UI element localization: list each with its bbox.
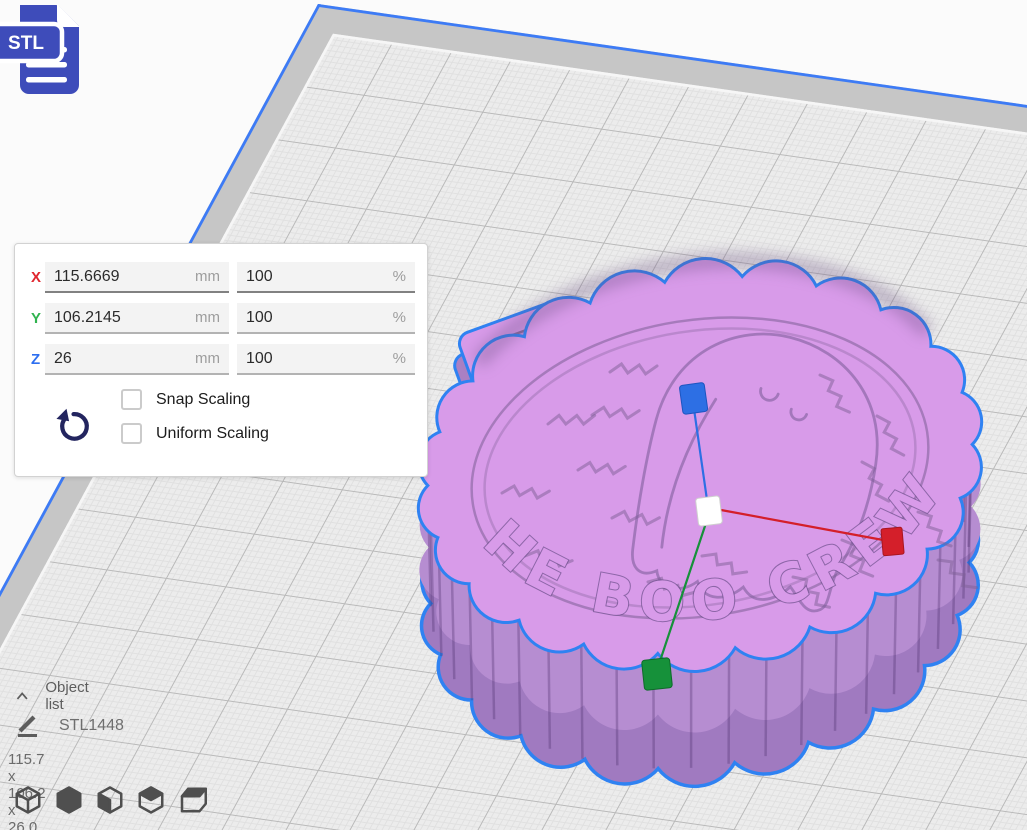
- scale-z-mm-input[interactable]: [54, 350, 195, 368]
- scale-x-mm-input[interactable]: [54, 268, 195, 286]
- axis-y-label: Y: [27, 310, 45, 327]
- scale-z-percent-field: %: [237, 344, 415, 375]
- object-list-header[interactable]: Object list: [16, 679, 93, 713]
- scale-handle-y[interactable]: [642, 658, 673, 691]
- percent-unit-label: %: [393, 309, 406, 326]
- scale-handle-center[interactable]: [695, 496, 722, 527]
- view-top-cube-icon: [95, 785, 125, 815]
- scale-y-percent-field: %: [237, 303, 415, 334]
- percent-unit-label: %: [393, 268, 406, 285]
- view-top-button[interactable]: [95, 785, 125, 817]
- snap-scaling-checkbox[interactable]: [121, 389, 142, 410]
- axis-z-label: Z: [27, 351, 45, 368]
- view-3d-button[interactable]: [13, 785, 43, 817]
- mm-unit-label: mm: [195, 350, 220, 367]
- reset-arrow-icon: [54, 404, 92, 444]
- percent-unit-label: %: [393, 350, 406, 367]
- scale-y-mm-input[interactable]: [54, 309, 195, 327]
- uniform-scaling-label[interactable]: Uniform Scaling: [156, 425, 269, 443]
- object-list-item[interactable]: STL1448: [15, 714, 124, 738]
- snap-scaling-label[interactable]: Snap Scaling: [156, 391, 250, 409]
- object-name: STL1448: [59, 717, 124, 735]
- scale-handle-x[interactable]: [881, 527, 904, 556]
- uniform-scaling-checkbox[interactable]: [121, 423, 142, 444]
- view-left-cube-icon: [136, 785, 166, 815]
- reset-scale-button[interactable]: [51, 401, 95, 449]
- view-right-cube-icon: [177, 785, 207, 815]
- object-list-title: Object list: [45, 679, 93, 713]
- scale-x-percent-input[interactable]: [246, 268, 393, 286]
- stl-file-icon[interactable]: STL: [0, 0, 96, 102]
- camera-view-buttons: [13, 785, 207, 817]
- axis-x-label: X: [27, 269, 45, 286]
- view-left-button[interactable]: [136, 785, 166, 817]
- view-front-cube-icon: [54, 785, 84, 815]
- pencil-icon: [15, 714, 40, 738]
- scale-y-mm-field: mm: [45, 303, 229, 334]
- scale-handle-z[interactable]: [679, 382, 708, 414]
- scale-x-percent-field: %: [237, 262, 415, 293]
- scale-y-percent-input[interactable]: [246, 309, 393, 327]
- chevron-up-icon: [16, 690, 28, 702]
- scale-z-percent-input[interactable]: [246, 350, 393, 368]
- mm-unit-label: mm: [195, 309, 220, 326]
- view-3d-cube-icon: [13, 785, 43, 815]
- scale-tool-panel: X mm % Y mm % Z mm %: [14, 243, 428, 477]
- scale-z-mm-field: mm: [45, 344, 229, 375]
- view-front-button[interactable]: [54, 785, 84, 817]
- mm-unit-label: mm: [195, 268, 220, 285]
- scale-x-mm-field: mm: [45, 262, 229, 293]
- stl-badge-label: STL: [8, 33, 44, 54]
- view-right-button[interactable]: [177, 785, 207, 817]
